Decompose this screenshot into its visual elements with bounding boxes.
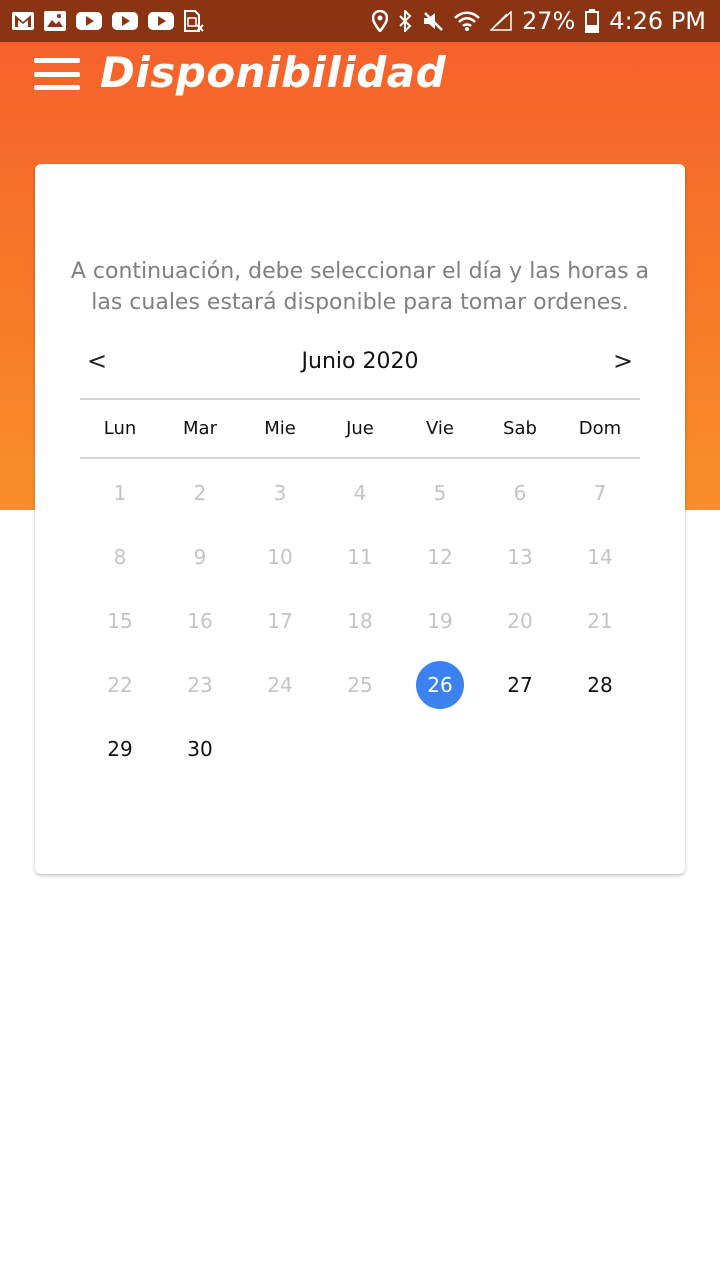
mute-icon bbox=[422, 10, 444, 32]
weekday-label: Sab bbox=[503, 418, 537, 439]
calendar-day-label: 16 bbox=[187, 609, 213, 633]
calendar-day-label: 9 bbox=[193, 545, 207, 569]
calendar-day-label: 19 bbox=[427, 609, 453, 633]
previous-month-button[interactable]: < bbox=[80, 344, 114, 378]
calendar-day: 9 bbox=[160, 525, 240, 589]
calendar-day: 19 bbox=[400, 589, 480, 653]
calendar-day: 8 bbox=[80, 525, 160, 589]
system-icons: 27% 4:26 PM bbox=[371, 7, 706, 35]
calendar-day-label: 28 bbox=[587, 673, 613, 697]
page-title: Disponibilidad bbox=[100, 48, 447, 97]
battery-icon bbox=[585, 9, 600, 33]
next-month-button[interactable]: > bbox=[606, 344, 640, 378]
sim-error-icon bbox=[184, 10, 204, 32]
weekday-row: Lun Mar Mie Jue Vie Sab Dom bbox=[80, 398, 640, 459]
calendar-day-label: 11 bbox=[347, 545, 373, 569]
calendar-day-label: 22 bbox=[107, 673, 133, 697]
calendar-day-label: 21 bbox=[587, 609, 613, 633]
calendar-day-label: 26 bbox=[416, 661, 464, 709]
calendar-day: 25 bbox=[320, 653, 400, 717]
calendar-day-label: 30 bbox=[187, 737, 213, 761]
wifi-icon bbox=[454, 11, 480, 31]
app-bar: Disponibilidad bbox=[0, 42, 720, 114]
calendar-day-selected[interactable]: 26 bbox=[400, 653, 480, 717]
calendar-day: 14 bbox=[560, 525, 640, 589]
calendar-day-label: 25 bbox=[347, 673, 373, 697]
calendar-day: 7 bbox=[560, 461, 640, 525]
calendar-day: 16 bbox=[160, 589, 240, 653]
availability-card: A continuación, debe seleccionar el día … bbox=[35, 164, 685, 874]
calendar-day: 20 bbox=[480, 589, 560, 653]
calendar-day: 4 bbox=[320, 461, 400, 525]
calendar-day-label: 27 bbox=[507, 673, 533, 697]
signal-icon bbox=[489, 11, 512, 31]
calendar-day: 1 bbox=[80, 461, 160, 525]
month-label: Junio 2020 bbox=[301, 348, 419, 374]
calendar-day-label: 23 bbox=[187, 673, 213, 697]
gallery-icon bbox=[44, 11, 66, 31]
bluetooth-icon bbox=[398, 10, 412, 32]
instructions-text: A continuación, debe seleccionar el día … bbox=[70, 259, 650, 315]
calendar-day: 13 bbox=[480, 525, 560, 589]
calendar-day-label: 10 bbox=[267, 545, 293, 569]
calendar-day-label: 8 bbox=[113, 545, 127, 569]
calendar-day: 3 bbox=[240, 461, 320, 525]
calendar-day-label: 12 bbox=[427, 545, 453, 569]
calendar-day: 2 bbox=[160, 461, 240, 525]
calendar-day: 22 bbox=[80, 653, 160, 717]
calendar-day: 17 bbox=[240, 589, 320, 653]
calendar-day-label: 4 bbox=[353, 481, 367, 505]
calendar-day-label: 17 bbox=[267, 609, 293, 633]
calendar-day: 11 bbox=[320, 525, 400, 589]
calendar-day[interactable]: 30 bbox=[160, 717, 240, 781]
calendar-day-label: 6 bbox=[513, 481, 527, 505]
calendar-day-label: 15 bbox=[107, 609, 133, 633]
hamburger-menu-icon[interactable] bbox=[34, 56, 82, 92]
youtube-icon bbox=[148, 12, 174, 30]
calendar-day[interactable]: 27 bbox=[480, 653, 560, 717]
status-bar: 27% 4:26 PM bbox=[0, 0, 720, 42]
notification-icons bbox=[12, 10, 204, 32]
calendar-days-grid: 1 2 3 4 5 6 7 8 9 10 11 12 13 14 15 16 17 18 19 20 21 22 23 24 2… bbox=[80, 461, 640, 781]
battery-percent: 27% bbox=[521, 7, 576, 35]
calendar-day: 12 bbox=[400, 525, 480, 589]
calendar-day: 10 bbox=[240, 525, 320, 589]
calendar-day-label: 3 bbox=[273, 481, 287, 505]
calendar-day-label: 5 bbox=[433, 481, 447, 505]
weekday-label: Mie bbox=[264, 418, 296, 439]
weekday-label: Jue bbox=[346, 418, 374, 439]
calendar-day: 6 bbox=[480, 461, 560, 525]
calendar-day-label: 2 bbox=[193, 481, 207, 505]
calendar-day: 15 bbox=[80, 589, 160, 653]
weekday-label: Vie bbox=[426, 418, 454, 439]
weekday-label: Lun bbox=[103, 418, 137, 439]
calendar-day-label: 1 bbox=[113, 481, 127, 505]
calendar-day-label: 18 bbox=[347, 609, 373, 633]
gmail-icon bbox=[12, 12, 34, 30]
calendar-day-label: 7 bbox=[593, 481, 607, 505]
clock: 4:26 PM bbox=[609, 7, 706, 35]
calendar-day: 18 bbox=[320, 589, 400, 653]
calendar-day-label: 24 bbox=[267, 673, 293, 697]
weekday-label: Mar bbox=[183, 418, 217, 439]
calendar-day-label: 29 bbox=[107, 737, 133, 761]
calendar-day: 5 bbox=[400, 461, 480, 525]
calendar-day[interactable]: 28 bbox=[560, 653, 640, 717]
weekday-label: Dom bbox=[578, 418, 622, 439]
youtube-icon bbox=[112, 12, 138, 30]
calendar-header: < Junio 2020 > bbox=[80, 344, 640, 378]
calendar-day[interactable]: 29 bbox=[80, 717, 160, 781]
calendar-day-label: 13 bbox=[507, 545, 533, 569]
calendar-day: 24 bbox=[240, 653, 320, 717]
calendar-day: 21 bbox=[560, 589, 640, 653]
calendar-day-label: 14 bbox=[587, 545, 613, 569]
youtube-icon bbox=[76, 12, 102, 30]
calendar-day: 23 bbox=[160, 653, 240, 717]
location-icon bbox=[371, 10, 388, 32]
calendar-day-label: 20 bbox=[507, 609, 533, 633]
